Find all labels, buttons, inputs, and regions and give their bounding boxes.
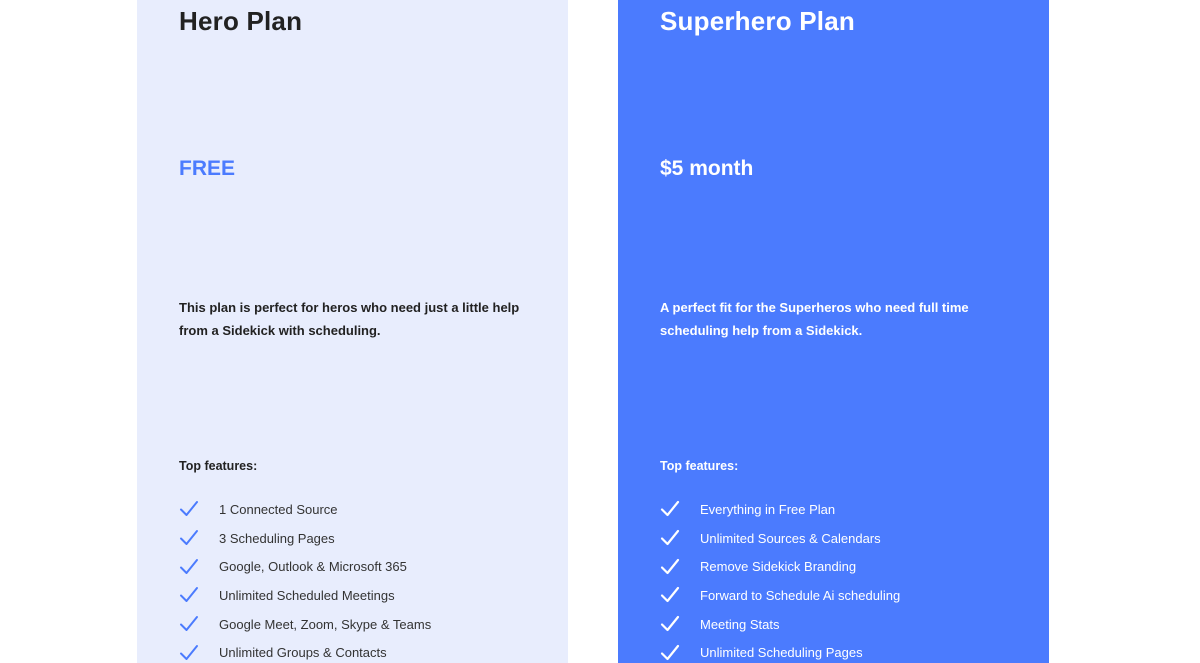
checkmark-icon: [179, 614, 199, 634]
feature-item: 1 Connected Source: [179, 495, 431, 524]
plan-price: $5 month: [660, 157, 754, 180]
checkmark-icon: [660, 528, 680, 548]
feature-label: Unlimited Sources & Calendars: [700, 530, 881, 546]
feature-label: Forward to Schedule Ai scheduling: [700, 587, 901, 603]
checkmark-icon: [660, 614, 680, 634]
features-heading: Top features:: [179, 459, 258, 473]
feature-label: Unlimited Scheduled Meetings: [219, 587, 395, 603]
superhero-plan-card: Superhero Plan $5 month A perfect fit fo…: [618, 0, 1049, 663]
checkmark-icon: [660, 643, 680, 663]
feature-label: Everything in Free Plan: [700, 501, 836, 517]
plan-description: A perfect fit for the Superheros who nee…: [660, 300, 969, 338]
checkmark-icon: [179, 528, 199, 548]
plan-description: This plan is perfect for heros who need …: [179, 300, 520, 338]
feature-item: Unlimited Sources & Calendars: [660, 524, 900, 553]
feature-item: Google Meet, Zoom, Skype & Teams: [179, 610, 431, 639]
feature-label: 1 Connected Source: [219, 501, 338, 517]
pricing-page: Hero Plan FREE This plan is perfect for …: [0, 0, 1200, 663]
feature-label: 3 Scheduling Pages: [219, 530, 335, 546]
feature-label: Google Meet, Zoom, Skype & Teams: [219, 616, 432, 632]
checkmark-icon: [660, 585, 680, 605]
plan-title: Hero Plan: [179, 6, 303, 36]
checkmark-icon: [179, 585, 199, 605]
feature-item: Google, Outlook & Microsoft 365: [179, 552, 431, 581]
feature-item: 3 Scheduling Pages: [179, 524, 431, 553]
feature-label: Meeting Stats: [700, 616, 780, 632]
feature-item: Unlimited Groups & Contacts: [179, 638, 431, 663]
plan-price: FREE: [179, 157, 236, 180]
checkmark-icon: [660, 499, 680, 519]
feature-item: Forward to Schedule Ai scheduling: [660, 581, 900, 610]
checkmark-icon: [660, 557, 680, 577]
feature-label: Unlimited Groups & Contacts: [219, 645, 387, 661]
feature-item: Unlimited Scheduling Pages: [660, 638, 900, 663]
feature-item: Everything in Free Plan: [660, 495, 900, 524]
plan-title: Superhero Plan: [660, 6, 855, 36]
feature-label: Unlimited Scheduling Pages: [700, 645, 863, 661]
feature-item: Meeting Stats: [660, 610, 900, 639]
checkmark-icon: [179, 499, 199, 519]
feature-item: Unlimited Scheduled Meetings: [179, 581, 431, 610]
features-heading: Top features:: [660, 459, 739, 473]
checkmark-icon: [179, 557, 199, 577]
feature-list: Everything in Free Plan Unlimited Source…: [660, 495, 900, 663]
feature-item: Remove Sidekick Branding: [660, 552, 900, 581]
feature-label: Google, Outlook & Microsoft 365: [219, 559, 407, 575]
feature-list: 1 Connected Source 3 Scheduling Pages Go…: [179, 495, 431, 663]
hero-plan-card: Hero Plan FREE This plan is perfect for …: [137, 0, 568, 663]
checkmark-icon: [179, 643, 199, 663]
feature-label: Remove Sidekick Branding: [700, 559, 857, 575]
